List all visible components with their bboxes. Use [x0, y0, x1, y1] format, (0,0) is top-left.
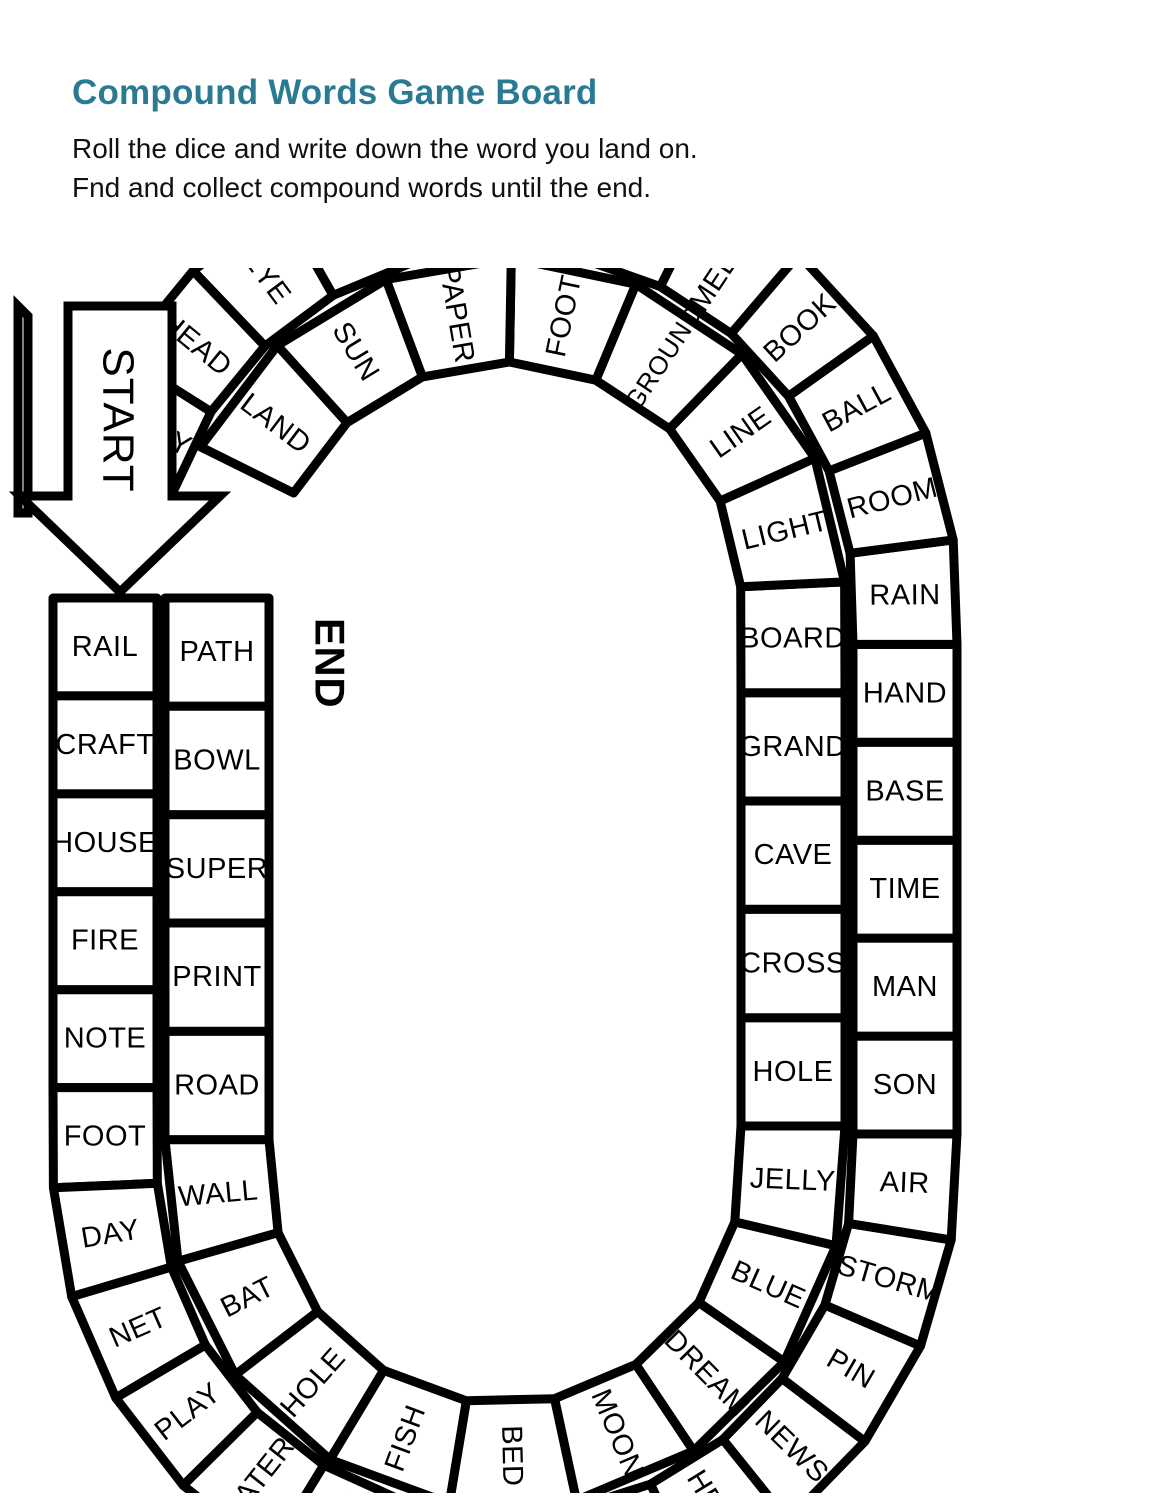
- board-space-cell[interactable]: GRAND: [736, 688, 850, 806]
- board-space-label: JELLY: [749, 1162, 836, 1198]
- game-board: RAIL CRAFT HOUSE FIRE NOTE FOOT DAY NET PLAY WATE…: [0, 268, 1163, 1493]
- game-board-svg: RAILCRAFTHOUSEFIRENOTEFOOTDAYNETPLAYWATE…: [8, 268, 962, 1493]
- worksheet-header: Compound Words Game Board Roll the dice …: [72, 73, 1072, 208]
- board-space-label: SON: [873, 1069, 937, 1101]
- board-space-label: HOLE: [753, 1056, 834, 1088]
- page-title: Compound Words Game Board: [72, 73, 598, 112]
- board-space-cell[interactable]: SON: [848, 1031, 962, 1139]
- board-space-label: AIR: [879, 1166, 930, 1200]
- board-space-label: CAVE: [754, 839, 833, 871]
- instruction-line-2: Fnd and collect compound words until the…: [72, 172, 652, 204]
- board-space-cell[interactable]: BASE: [848, 737, 962, 845]
- board-space-label: BOARD: [740, 623, 846, 655]
- board-space-cell[interactable]: RAIL: [48, 593, 162, 701]
- board-space-label: TIME: [869, 873, 940, 905]
- board-space-label: BED: [495, 1425, 528, 1487]
- board-space-label: PATH: [179, 636, 254, 668]
- board-space-cell[interactable]: PATH: [160, 593, 274, 711]
- board-space-label: ROAD: [174, 1070, 260, 1102]
- board-space-label: HAND: [863, 677, 947, 709]
- board-space-cell[interactable]: JELLY: [730, 1121, 850, 1251]
- board-space-label: MAN: [872, 971, 938, 1003]
- board-space-label: RAIL: [72, 631, 138, 663]
- board-space-label: HOUSE: [52, 827, 158, 859]
- board-space-cell[interactable]: ROAD: [160, 1026, 274, 1145]
- end-marker: END: [307, 618, 354, 708]
- board-space-cell[interactable]: MAN: [848, 933, 962, 1041]
- board-space-cell[interactable]: CRAFT: [48, 691, 162, 799]
- board-space-cell[interactable]: FOOT: [48, 1083, 162, 1193]
- instruction-line-1: Roll the dice and write down the word yo…: [72, 132, 698, 164]
- board-space-label: FOOT: [64, 1121, 147, 1153]
- start-arrow-tail-line: [13, 295, 33, 518]
- inner-track: PATHBOWLSUPERPRINTROADWALLBATHOLEFISH BED…: [160, 268, 850, 1493]
- board-space-label: NOTE: [64, 1023, 147, 1055]
- board-space-label: FIRE: [71, 925, 139, 957]
- board-space-label: CRAFT: [55, 729, 154, 761]
- board-space-cell[interactable]: SUPER: [160, 810, 274, 928]
- board-space-cell[interactable]: HOUSE: [48, 789, 162, 897]
- board-space-label: CROSS: [740, 948, 846, 980]
- board-space-cell[interactable]: CROSS: [736, 904, 850, 1023]
- board-space-label: RAIN: [869, 579, 941, 611]
- board-space-label: GRAND: [739, 731, 846, 763]
- board-space-label: BOWL: [173, 745, 260, 777]
- board-space-cell[interactable]: PRINT: [160, 918, 274, 1036]
- board-space-cell[interactable]: BOARD: [736, 577, 850, 698]
- board-space-label: SUPER: [166, 853, 268, 885]
- board-space-cell[interactable]: CAVE: [736, 796, 850, 914]
- board-space-label: BASE: [865, 775, 944, 807]
- worksheet-page: Compound Words Game Board Roll the dice …: [0, 0, 1163, 1505]
- start-label: START: [94, 347, 143, 492]
- board-space-cell[interactable]: HOLE: [736, 1013, 850, 1131]
- board-space-cell[interactable]: HAND: [848, 639, 962, 747]
- end-label: END: [307, 618, 354, 708]
- board-space-cell[interactable]: BOWL: [160, 701, 274, 820]
- board-space-cell[interactable]: FIRE: [48, 887, 162, 995]
- board-space-cell[interactable]: TIME: [848, 835, 962, 943]
- board-space-cell[interactable]: AIR: [844, 1129, 962, 1245]
- board-space-cell[interactable]: NOTE: [48, 985, 162, 1093]
- board-space-label: PRINT: [172, 961, 262, 993]
